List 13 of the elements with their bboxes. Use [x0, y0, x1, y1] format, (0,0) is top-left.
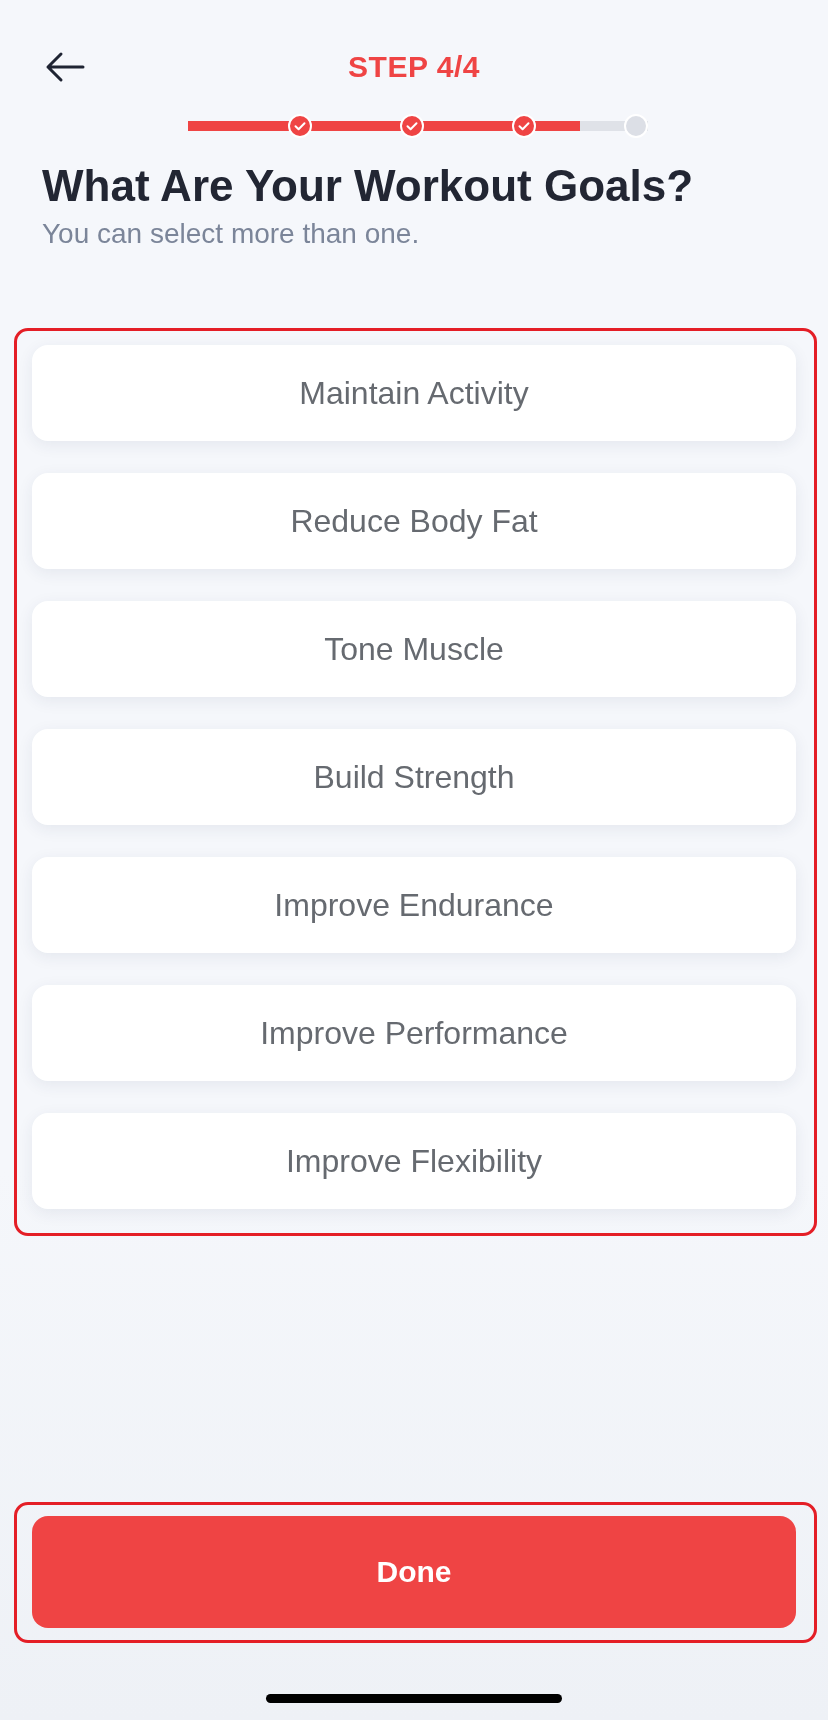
page-heading: What Are Your Workout Goals?	[41, 160, 695, 212]
step-title: STEP 4/4	[348, 50, 480, 84]
goal-option[interactable]: Maintain Activity	[32, 345, 796, 441]
goal-option[interactable]: Improve Endurance	[32, 857, 796, 953]
arrow-left-icon	[45, 51, 85, 83]
goal-option[interactable]: Improve Performance	[32, 985, 796, 1081]
goal-option[interactable]: Build Strength	[32, 729, 796, 825]
done-button[interactable]: Done	[32, 1516, 796, 1628]
goal-option[interactable]: Reduce Body Fat	[32, 473, 796, 569]
subtitle-text: You can select more than one.	[41, 217, 421, 251]
goal-option[interactable]: Improve Flexibility	[32, 1113, 796, 1209]
back-button[interactable]	[45, 51, 85, 83]
goal-option[interactable]: Tone Muscle	[32, 601, 796, 697]
